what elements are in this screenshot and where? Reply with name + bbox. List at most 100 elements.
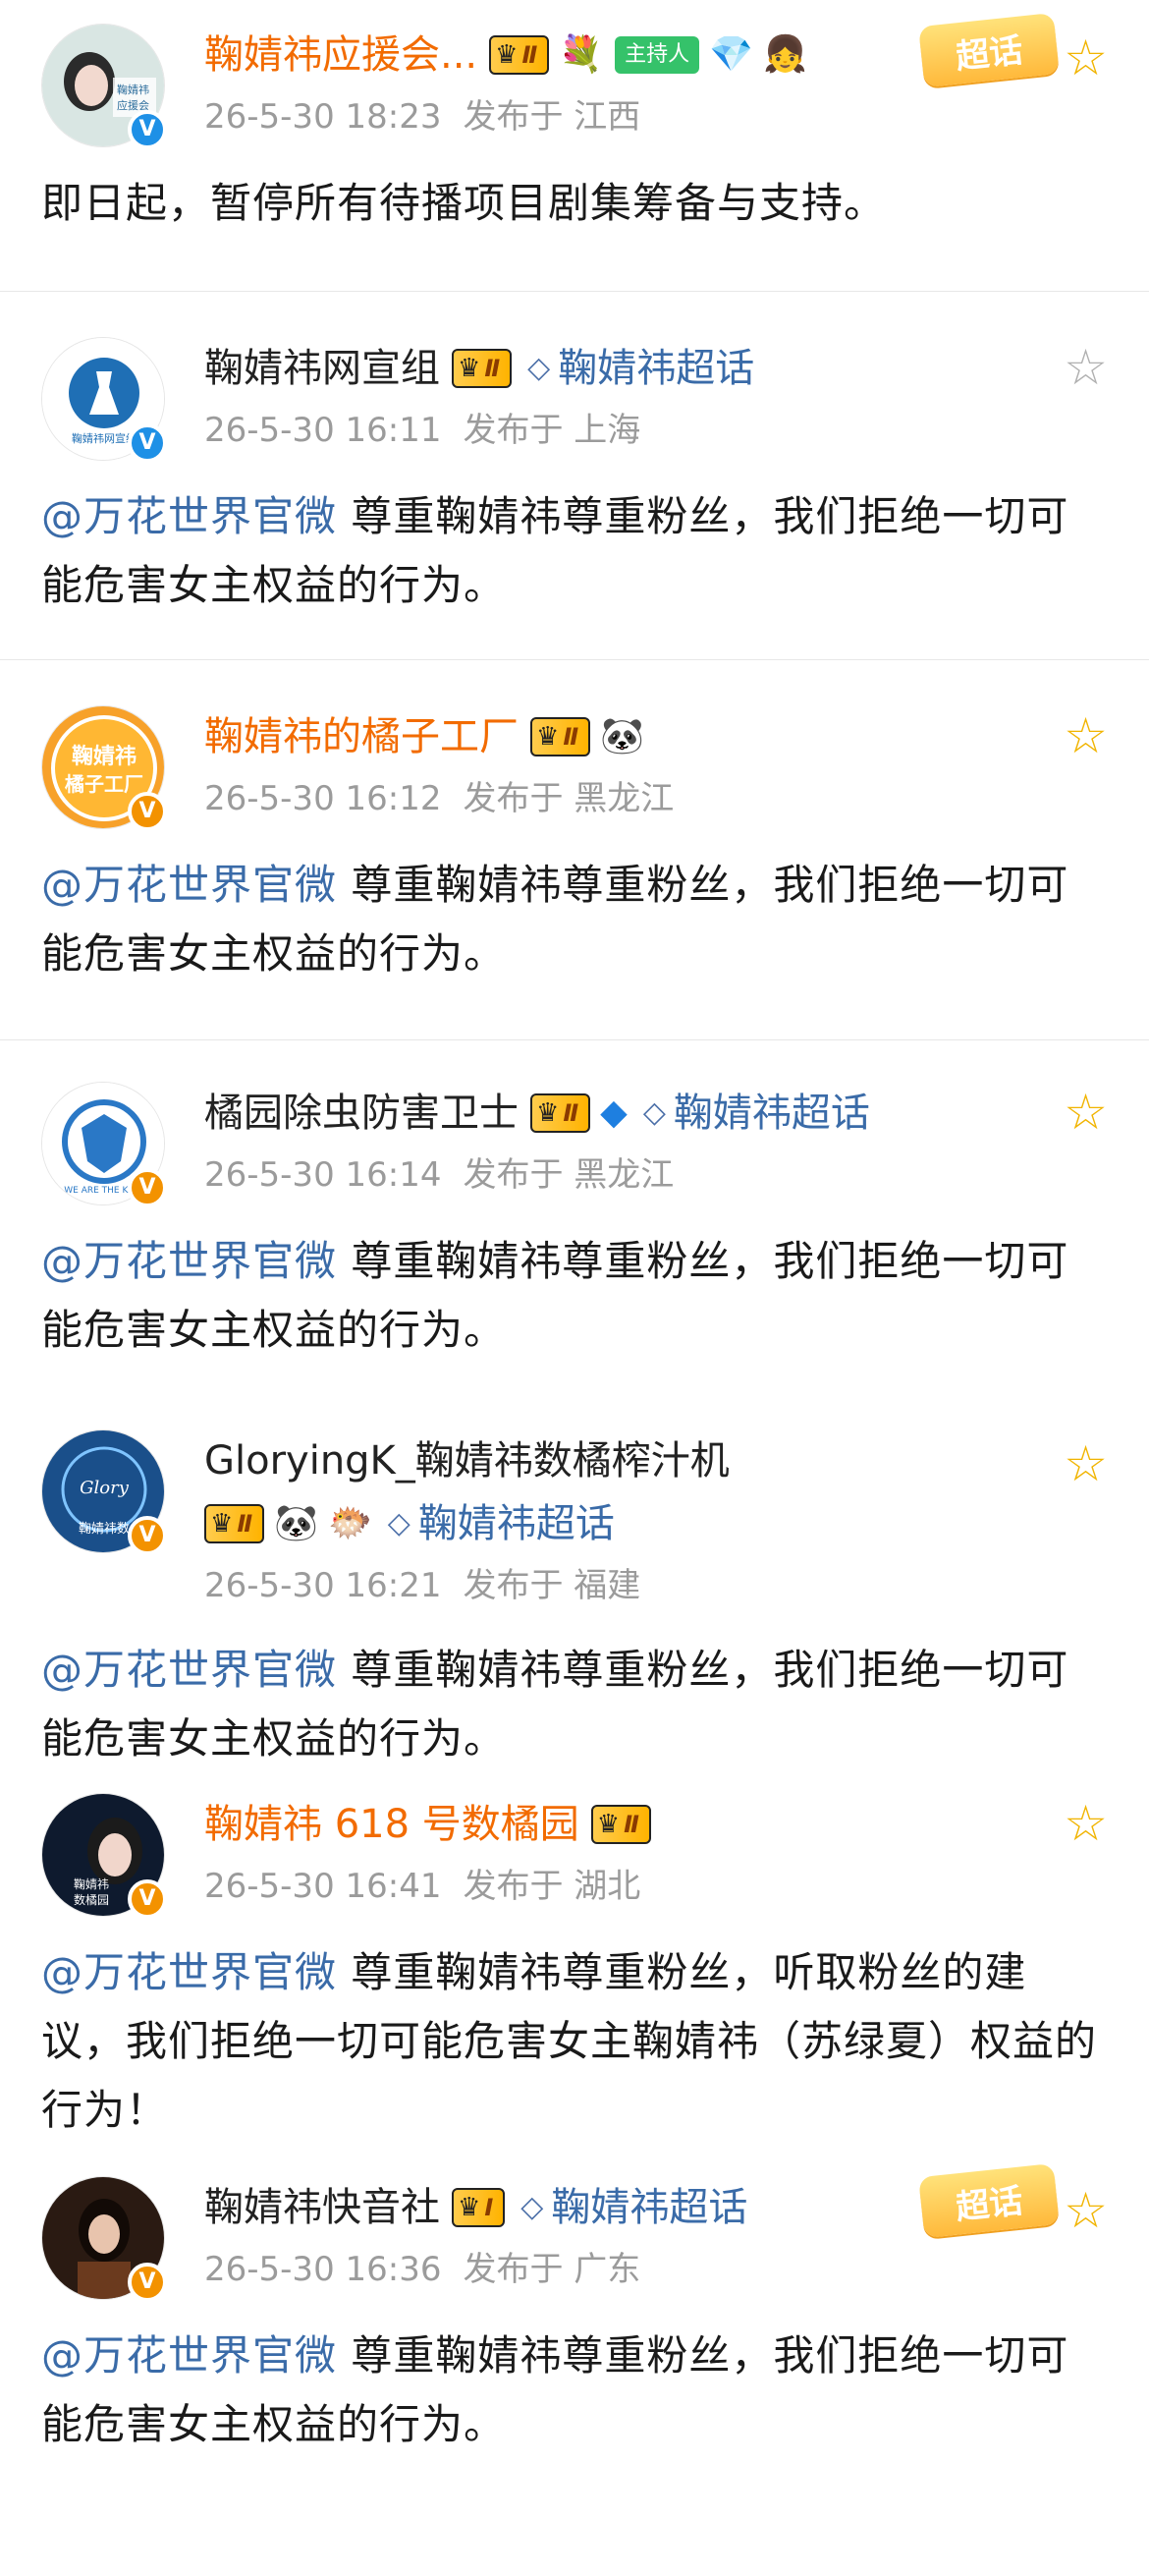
- diamond-icon: ◇: [642, 1095, 666, 1130]
- crown-icon: ♛: [458, 2193, 481, 2222]
- post-location: 发布于 黑龙江: [463, 1155, 675, 1195]
- post-location: 发布于 黑龙江: [463, 779, 675, 818]
- post-time: 26-5-30 16:11: [204, 411, 442, 450]
- chaohua-link[interactable]: ◇ 鞠婧祎超话: [527, 337, 754, 400]
- verified-badge-icon: V: [128, 110, 167, 149]
- post-card: WE ARE THE KING V 橘园除虫防害卫士 ♛ Ⅱ ◆ ◇ 鞠婧祎超话 2…: [0, 1040, 1149, 1420]
- post-time: 26-5-30 18:23: [204, 97, 442, 137]
- orange-fish-icon: 🐡: [327, 1503, 372, 1543]
- avatar[interactable]: 鞠婧祎 应援会 V: [41, 24, 167, 149]
- vip-level-badge: ♛ Ⅱ: [452, 349, 513, 388]
- gem-badge-icon: 💎: [709, 34, 753, 75]
- avatar[interactable]: 鞠婧祎 橘子工厂 V: [41, 705, 167, 831]
- post-text: @万花世界官微 尊重鞠婧祎尊重粉丝，听取粉丝的建议，我们拒绝一切可能危害女主鞠婧…: [41, 1948, 1098, 2134]
- post-card: Glory 鞠婧祎数 V GloryingK_鞠婧祎数橘榨汁机 ♛ Ⅱ 🐼 🐡 ◇…: [0, 1420, 1149, 1793]
- mention-link[interactable]: @万花世界官微: [41, 1646, 337, 1694]
- crown-icon: ♛: [495, 40, 519, 70]
- author-name[interactable]: GloryingK_鞠婧祎数橘榨汁机: [204, 1429, 730, 1492]
- svg-text:鞠婧祎: 鞠婧祎: [74, 1876, 109, 1891]
- post-card: V 鞠婧祎快音社 ♛ Ⅰ ◇ 鞠婧祎超话 26-5-30 16:36 发布于 广东 超…: [0, 2162, 1149, 2471]
- verified-badge-icon: V: [128, 1516, 167, 1555]
- weibo-comment-feed: 鞠婧祎 应援会 V 鞠婧祎应援会... ♛ Ⅱ 💐 主持人 💎 👧 26-5-30…: [0, 0, 1149, 2471]
- svg-text:鞠婧祎数: 鞠婧祎数: [79, 1522, 130, 1537]
- vip-level-badge: ♛ Ⅱ: [530, 717, 591, 756]
- chaohua-link[interactable]: ◇ 鞠婧祎超话: [643, 1082, 870, 1145]
- mention-link[interactable]: @万花世界官微: [41, 861, 337, 909]
- verified-badge-icon: V: [128, 2263, 167, 2302]
- post-time: 26-5-30 16:14: [204, 1155, 442, 1195]
- flower-badge-icon: 💐: [559, 34, 604, 75]
- post-time: 26-5-30 16:21: [204, 1566, 442, 1605]
- post-header: 鞠婧祎 应援会 V 鞠婧祎应援会... ♛ Ⅱ 💐 主持人 💎 👧 26-5-30…: [41, 12, 1108, 149]
- post-meta: 26-5-30 18:23 发布于 江西: [204, 88, 1108, 145]
- mention-link[interactable]: @万花世界官微: [41, 492, 337, 540]
- favorite-star-icon[interactable]: ☆: [1064, 1088, 1108, 1137]
- crown-icon: ♛: [210, 1509, 234, 1539]
- favorite-star-icon[interactable]: ☆: [1064, 711, 1108, 760]
- svg-text:鞠婧祎: 鞠婧祎: [117, 83, 149, 96]
- avatar[interactable]: V: [41, 2176, 167, 2302]
- author-name[interactable]: 橘园除虫防害卫士: [204, 1082, 519, 1145]
- blue-badge-icon: ◆: [600, 1092, 628, 1133]
- avatar[interactable]: Glory 鞠婧祎数 V: [41, 1429, 167, 1555]
- verified-badge-icon: V: [128, 423, 167, 463]
- chaohua-link[interactable]: ◇ 鞠婧祎超话: [388, 1492, 615, 1555]
- chaohua-link[interactable]: ◇ 鞠婧祎超话: [520, 2176, 747, 2239]
- mention-link[interactable]: @万花世界官微: [41, 1948, 337, 1996]
- post-location: 发布于 福建: [463, 1566, 641, 1605]
- svg-text:鞠婧祎: 鞠婧祎: [72, 744, 137, 769]
- author-name[interactable]: 鞠婧祎网宣组: [204, 337, 440, 400]
- post-text: @万花世界官微 尊重鞠婧祎尊重粉丝，我们拒绝一切可能危害女主权益的行为。: [41, 492, 1069, 609]
- post-location: 发布于 湖北: [463, 1867, 641, 1906]
- post-text: 即日起，暂停所有待播项目剧集筹备与支持。: [41, 179, 887, 227]
- post-card: 鞠婧祎 橘子工厂 V 鞠婧祎的橘子工厂 ♛ Ⅱ 🐼 26-5-30 16:12 发布…: [0, 660, 1149, 1039]
- author-name[interactable]: 鞠婧祎应援会...: [204, 24, 477, 86]
- diamond-icon: ◇: [527, 351, 551, 385]
- host-badge: 主持人: [615, 36, 700, 74]
- diamond-icon: ◇: [520, 2190, 544, 2224]
- verified-badge-icon: V: [128, 1168, 167, 1207]
- panda-icon: 🐼: [274, 1503, 318, 1543]
- favorite-star-icon[interactable]: ☆: [1064, 343, 1108, 392]
- vip-level-badge: ♛ Ⅱ: [590, 1805, 651, 1844]
- panda-icon: 🐼: [600, 716, 644, 756]
- post-location: 发布于 上海: [463, 411, 641, 450]
- post-time: 26-5-30 16:36: [204, 2250, 442, 2289]
- post-time: 26-5-30 16:41: [204, 1867, 442, 1906]
- favorite-star-icon[interactable]: ☆: [1064, 2186, 1108, 2235]
- avatar[interactable]: 鞠婧祎网宣组 V: [41, 337, 167, 463]
- svg-text:数橘园: 数橘园: [74, 1892, 109, 1907]
- svg-text:Glory: Glory: [80, 1478, 130, 1498]
- verified-badge-icon: V: [128, 792, 167, 831]
- post-text: @万花世界官微 尊重鞠婧祎尊重粉丝，我们拒绝一切可能危害女主权益的行为。: [41, 861, 1069, 978]
- crown-icon: ♛: [458, 354, 481, 383]
- favorite-star-icon[interactable]: ☆: [1064, 33, 1108, 83]
- favorite-star-icon[interactable]: ☆: [1064, 1439, 1108, 1488]
- avatar-sticker-icon: 👧: [762, 34, 807, 75]
- mention-link[interactable]: @万花世界官微: [41, 1237, 337, 1285]
- post-card: 鞠婧祎 数橘园 V 鞠婧祎 618 号数橘园 ♛ Ⅱ 26-5-30 16:41 发…: [0, 1793, 1149, 2176]
- favorite-star-icon[interactable]: ☆: [1064, 1799, 1108, 1848]
- author-name[interactable]: 鞠婧祎的橘子工厂: [204, 705, 519, 768]
- post-location: 发布于 江西: [463, 97, 641, 137]
- avatar[interactable]: WE ARE THE KING V: [41, 1082, 167, 1207]
- vip-level-badge: ♛ Ⅱ: [204, 1504, 265, 1543]
- author-name[interactable]: 鞠婧祎 618 号数橘园: [204, 1793, 579, 1856]
- diamond-icon: ◇: [387, 1506, 410, 1540]
- post-card: 鞠婧祎 应援会 V 鞠婧祎应援会... ♛ Ⅱ 💐 主持人 💎 👧 26-5-30…: [0, 0, 1149, 291]
- mention-link[interactable]: @万花世界官微: [41, 2331, 337, 2380]
- crown-icon: ♛: [536, 1098, 560, 1128]
- vip-level-badge: ♛ Ⅱ: [530, 1093, 591, 1133]
- crown-icon: ♛: [596, 1810, 621, 1839]
- post-text: @万花世界官微 尊重鞠婧祎尊重粉丝，我们拒绝一切可能危害女主权益的行为。: [41, 1646, 1069, 1763]
- author-name[interactable]: 鞠婧祎快音社: [204, 2176, 440, 2239]
- verified-badge-icon: V: [128, 1879, 167, 1919]
- vip-level-badge: ♛ Ⅱ: [489, 35, 550, 75]
- post-time: 26-5-30 16:12: [204, 779, 442, 818]
- avatar[interactable]: 鞠婧祎 数橘园 V: [41, 1793, 167, 1919]
- crown-icon: ♛: [536, 722, 560, 752]
- svg-text:橘子工厂: 橘子工厂: [65, 772, 143, 796]
- post-text: @万花世界官微 尊重鞠婧祎尊重粉丝，我们拒绝一切可能危害女主权益的行为。: [41, 2331, 1069, 2448]
- post-text: @万花世界官微 尊重鞠婧祎尊重粉丝，我们拒绝一切可能危害女主权益的行为。: [41, 1237, 1069, 1354]
- vip-level-badge: ♛ Ⅰ: [452, 2188, 506, 2227]
